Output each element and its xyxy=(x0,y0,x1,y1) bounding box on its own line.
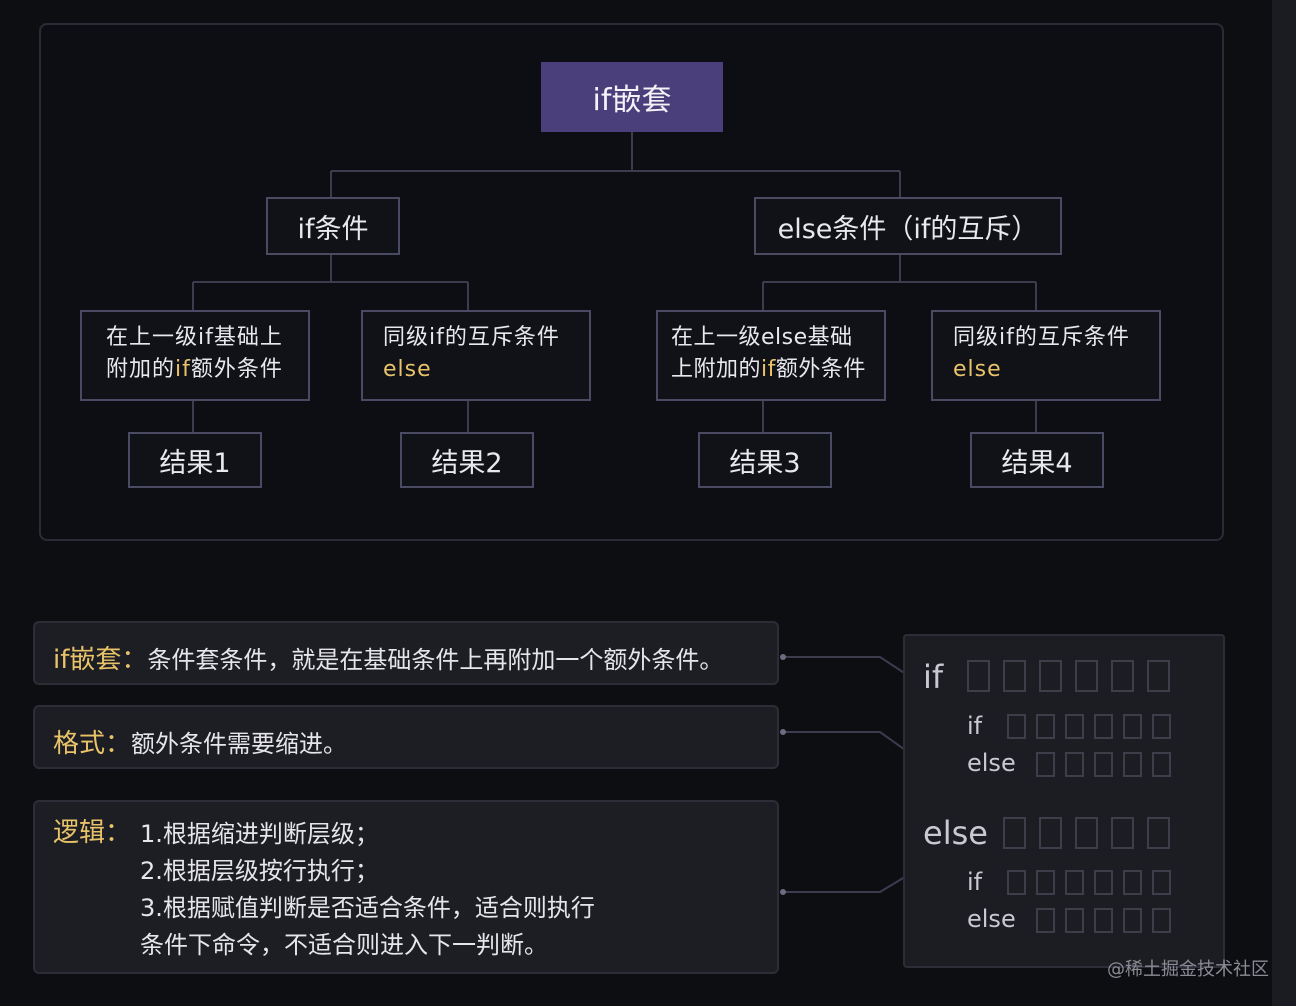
condition-3-keyword: if xyxy=(761,357,776,382)
code-block-placeholder xyxy=(1036,870,1055,895)
condition-1-text-end: 额外条件 xyxy=(190,357,283,382)
code-block-placeholder xyxy=(1075,660,1098,692)
code-block-placeholder xyxy=(1065,714,1084,739)
code-inner-else-keyword: else xyxy=(967,749,1016,777)
note-1-text: 条件套条件，就是在基础条件上再附加一个额外条件。 xyxy=(147,646,724,674)
code-block-placeholder xyxy=(1152,714,1171,739)
condition-4-line2: else xyxy=(953,354,1159,386)
result-2-label: 结果2 xyxy=(431,447,503,479)
code-block-placeholder xyxy=(1094,908,1113,933)
condition-2-keyword: else xyxy=(383,357,432,382)
code-else-inner-if-keyword: if xyxy=(967,868,983,896)
note-2-row: 格式：额外条件需要缩进。 xyxy=(53,723,347,760)
result-node-1: 结果1 xyxy=(128,432,262,488)
code-block-placeholder xyxy=(1123,908,1142,933)
condition-3-line2: 上附加的if额外条件 xyxy=(671,354,884,386)
code-block-placeholder xyxy=(1152,870,1171,895)
note-3-line3: 3.根据赋值判断是否适合条件，适合则执行 xyxy=(140,894,595,922)
else-branch-label: else条件（if的互斥） xyxy=(777,213,1039,245)
if-branch-label: if条件 xyxy=(297,213,369,245)
code-block-placeholder xyxy=(1111,660,1134,692)
result-1-label: 结果1 xyxy=(159,447,231,479)
note-3-line2: 2.根据层级按行执行； xyxy=(140,857,379,885)
note-logic: 逻辑： 1.根据缩进判断层级； 2.根据层级按行执行； 3.根据赋值判断是否适合… xyxy=(33,800,779,974)
condition-4-keyword: else xyxy=(953,357,1002,382)
condition-1-keyword: if xyxy=(175,357,191,382)
code-block-placeholder xyxy=(1123,870,1142,895)
note-2-key: 格式： xyxy=(53,729,132,759)
code-block-placeholder xyxy=(1065,752,1084,777)
code-inner-if-keyword: if xyxy=(967,712,983,740)
root-label: if嵌套 xyxy=(592,83,672,118)
code-block-placeholder xyxy=(1065,870,1084,895)
condition-4-line1: 同级if的互斥条件 xyxy=(953,325,1130,350)
note-3-key: 逻辑： xyxy=(53,818,132,848)
condition-node-2: 同级if的互斥条件 else xyxy=(361,310,591,401)
code-block-placeholder xyxy=(1094,752,1113,777)
condition-3-text-end: 额外条件 xyxy=(775,357,866,382)
code-block-placeholder xyxy=(1039,660,1062,692)
condition-1-text: 附加的 xyxy=(106,357,176,382)
condition-node-1: 在上一级if基础上 附加的if额外条件 xyxy=(80,310,310,401)
code-block-placeholder xyxy=(1036,714,1055,739)
code-block-placeholder xyxy=(1123,714,1142,739)
code-block-placeholder xyxy=(1003,817,1026,849)
watermark: @稀土掘金技术社区 xyxy=(1107,959,1269,980)
code-block-placeholder xyxy=(1039,817,1062,849)
note-1-row: if嵌套：条件套条件，就是在基础条件上再附加一个额外条件。 xyxy=(53,639,723,676)
code-block-placeholder xyxy=(1036,752,1055,777)
code-block-placeholder xyxy=(1094,714,1113,739)
result-node-3: 结果3 xyxy=(698,432,832,488)
code-block-placeholder xyxy=(1152,908,1171,933)
code-block-placeholder xyxy=(1003,660,1026,692)
code-block-placeholder xyxy=(1152,752,1171,777)
condition-node-4: 同级if的互斥条件 else xyxy=(931,310,1161,401)
else-branch-node: else条件（if的互斥） xyxy=(754,197,1062,255)
code-block-placeholder xyxy=(1075,817,1098,849)
note-3-line4: 条件下命令，不适合则进入下一判断。 xyxy=(140,931,548,959)
condition-node-3: 在上一级else基础 上附加的if额外条件 xyxy=(656,310,886,401)
code-block-placeholder xyxy=(1111,817,1134,849)
note-format: 格式：额外条件需要缩进。 xyxy=(33,705,779,769)
if-branch-node: if条件 xyxy=(266,197,400,255)
code-block-placeholder xyxy=(1065,908,1084,933)
note-if-nesting: if嵌套：条件套条件，就是在基础条件上再附加一个额外条件。 xyxy=(33,621,779,685)
code-block-placeholder xyxy=(1036,908,1055,933)
result-node-4: 结果4 xyxy=(970,432,1104,488)
code-block-placeholder xyxy=(1094,870,1113,895)
code-block-placeholder xyxy=(1147,660,1170,692)
note-2-text: 额外条件需要缩进。 xyxy=(131,730,348,758)
condition-3-text: 上附加的 xyxy=(671,357,762,382)
code-if-keyword: if xyxy=(923,658,944,696)
condition-3-line1: 在上一级else基础 xyxy=(671,325,853,350)
note-1-key: if嵌套： xyxy=(53,645,148,675)
condition-2-line1: 同级if的互斥条件 xyxy=(383,325,560,350)
result-3-label: 结果3 xyxy=(729,447,801,479)
result-4-label: 结果4 xyxy=(1001,447,1073,479)
code-block-placeholder xyxy=(1123,752,1142,777)
code-else-inner-else-keyword: else xyxy=(967,905,1016,933)
note-3-line1: 1.根据缩进判断层级； xyxy=(140,820,379,848)
condition-1-line1: 在上一级if基础上 xyxy=(106,325,283,350)
code-structure-panel: if if else else if else xyxy=(903,634,1225,968)
code-else-keyword: else xyxy=(923,814,988,852)
condition-1-line2: 附加的if额外条件 xyxy=(106,354,308,386)
condition-2-line2: else xyxy=(383,354,589,386)
result-node-2: 结果2 xyxy=(400,432,534,488)
root-node: if嵌套 xyxy=(541,62,723,132)
code-block-placeholder xyxy=(1147,817,1170,849)
code-block-placeholder xyxy=(967,660,990,692)
code-block-placeholder xyxy=(1007,870,1026,895)
code-block-placeholder xyxy=(1007,714,1026,739)
